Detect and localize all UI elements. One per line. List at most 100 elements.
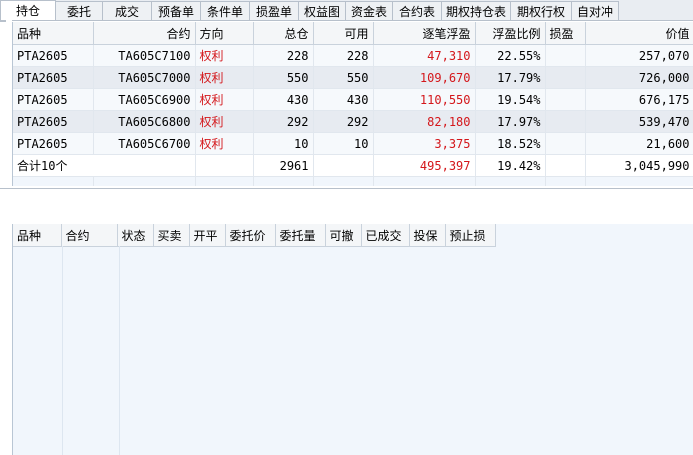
table-row[interactable]: PTA2605 TA605C7000 权利 550 550 109,670 17… bbox=[13, 66, 693, 89]
tab-trades[interactable]: 成交 bbox=[102, 1, 152, 20]
cell-value: 726,000 bbox=[585, 66, 693, 89]
cell-contract: TA605C6900 bbox=[93, 88, 196, 111]
cell-product: PTA2605 bbox=[13, 110, 94, 133]
tab-contracts-table[interactable]: 合约表 bbox=[392, 1, 442, 20]
left-rail bbox=[0, 20, 12, 455]
grid-line bbox=[119, 246, 120, 455]
table-row[interactable]: PTA2605 TA605C6800 权利 292 292 82,180 17.… bbox=[13, 110, 693, 133]
cell-value: 539,470 bbox=[585, 110, 693, 133]
cell-product: PTA2605 bbox=[13, 132, 94, 155]
cell-pnl-ratio: 17.97% bbox=[475, 110, 546, 133]
col-open-close[interactable]: 开平 bbox=[189, 224, 226, 247]
totals-pnl: 495,397 bbox=[373, 154, 476, 177]
grid-line bbox=[62, 246, 63, 455]
cell-product: PTA2605 bbox=[13, 88, 94, 111]
cell-direction: 权利 bbox=[195, 66, 254, 89]
cell-pnl: 82,180 bbox=[373, 110, 476, 133]
cell-available: 292 bbox=[313, 110, 374, 133]
totals-empty-direction bbox=[195, 154, 254, 177]
col-direction[interactable]: 方向 bbox=[195, 22, 254, 45]
col-stop-loss[interactable]: 预止损 bbox=[445, 224, 496, 247]
cell-direction: 权利 bbox=[195, 44, 254, 67]
orders-table: 品种 合约 状态 买卖 开平 委托价 委托量 可撤 已成交 投保 预止损 bbox=[13, 224, 693, 247]
cell-stop-loss bbox=[545, 44, 586, 67]
cell-value: 21,600 bbox=[585, 132, 693, 155]
cell-total: 430 bbox=[253, 88, 314, 111]
cell-stop-loss bbox=[545, 132, 586, 155]
tab-preset-orders[interactable]: 预备单 bbox=[151, 1, 201, 20]
cell-direction: 权利 bbox=[195, 132, 254, 155]
tab-conditional-orders[interactable]: 条件单 bbox=[200, 1, 250, 20]
table-row[interactable]: PTA2605 TA605C7100 权利 228 228 47,310 22.… bbox=[13, 44, 693, 67]
tab-self-hedge[interactable]: 自对冲 bbox=[571, 1, 619, 20]
tab-stop-orders[interactable]: 损盈单 bbox=[249, 1, 299, 20]
tab-positions[interactable]: 持仓 bbox=[0, 0, 56, 20]
col-pnl[interactable]: 逐笔浮盈 bbox=[373, 22, 476, 45]
header-filler bbox=[495, 224, 693, 247]
tab-option-positions[interactable]: 期权持仓表 bbox=[441, 1, 511, 20]
cell-available: 430 bbox=[313, 88, 374, 111]
cell-pnl: 109,670 bbox=[373, 66, 476, 89]
col-product[interactable]: 品种 bbox=[13, 22, 94, 45]
cell-pnl: 3,375 bbox=[373, 132, 476, 155]
trading-terminal: 持仓 委托 成交 预备单 条件单 损盈单 权益图 资金表 合约表 期权持仓表 期… bbox=[0, 0, 693, 455]
tab-option-exercise[interactable]: 期权行权 bbox=[510, 1, 572, 20]
col-contract[interactable]: 合约 bbox=[93, 22, 196, 45]
col-status[interactable]: 状态 bbox=[117, 224, 154, 247]
orders-header: 品种 合约 状态 买卖 开平 委托价 委托量 可撤 已成交 投保 预止损 bbox=[13, 224, 693, 247]
cell-stop-loss bbox=[545, 88, 586, 111]
cell-contract: TA605C6800 bbox=[93, 110, 196, 133]
col-value[interactable]: 价值 bbox=[585, 22, 693, 45]
totals-pnl-ratio: 19.42% bbox=[475, 154, 546, 177]
totals-total: 2961 bbox=[253, 154, 314, 177]
cell-available: 550 bbox=[313, 66, 374, 89]
cell-pnl: 110,550 bbox=[373, 88, 476, 111]
positions-header: 品种 合约 方向 总仓 可用 逐笔浮盈 浮盈比例 损盈 价值 bbox=[13, 22, 693, 45]
col-cancelable[interactable]: 可撤 bbox=[325, 224, 362, 247]
cell-total: 10 bbox=[253, 132, 314, 155]
cell-pnl-ratio: 17.79% bbox=[475, 66, 546, 89]
cell-pnl: 47,310 bbox=[373, 44, 476, 67]
cell-pnl-ratio: 22.55% bbox=[475, 44, 546, 67]
tab-orders[interactable]: 委托 bbox=[55, 1, 103, 20]
col-available[interactable]: 可用 bbox=[313, 22, 374, 45]
cell-contract: TA605C7000 bbox=[93, 66, 196, 89]
cell-pnl-ratio: 18.52% bbox=[475, 132, 546, 155]
positions-panel: 品种 合约 方向 总仓 可用 逐笔浮盈 浮盈比例 损盈 价值 PTA2605 T… bbox=[12, 22, 693, 186]
cell-total: 550 bbox=[253, 66, 314, 89]
tab-funds-table[interactable]: 资金表 bbox=[345, 1, 393, 20]
col-stop-loss[interactable]: 损盈 bbox=[545, 22, 586, 45]
cell-total: 292 bbox=[253, 110, 314, 133]
col-product[interactable]: 品种 bbox=[13, 224, 62, 247]
cell-direction: 权利 bbox=[195, 110, 254, 133]
cell-stop-loss bbox=[545, 66, 586, 89]
cell-product: PTA2605 bbox=[13, 66, 94, 89]
col-contract[interactable]: 合约 bbox=[61, 224, 118, 247]
orders-panel: 品种 合约 状态 买卖 开平 委托价 委托量 可撤 已成交 投保 预止损 bbox=[12, 224, 693, 455]
totals-value: 3,045,990 bbox=[585, 154, 693, 177]
totals-empty-stop-loss bbox=[545, 154, 586, 177]
table-row[interactable]: PTA2605 TA605C6900 权利 430 430 110,550 19… bbox=[13, 88, 693, 111]
cell-pnl-ratio: 19.54% bbox=[475, 88, 546, 111]
cell-value: 676,175 bbox=[585, 88, 693, 111]
col-side[interactable]: 买卖 bbox=[153, 224, 190, 247]
col-order-price[interactable]: 委托价 bbox=[225, 224, 276, 247]
panel-splitter[interactable] bbox=[0, 188, 693, 215]
totals-label: 合计10个 bbox=[13, 154, 196, 177]
col-hedge-flag[interactable]: 投保 bbox=[409, 224, 446, 247]
cell-product: PTA2605 bbox=[13, 44, 94, 67]
tab-equity-chart[interactable]: 权益图 bbox=[298, 1, 346, 20]
cell-direction: 权利 bbox=[195, 88, 254, 111]
empty-row bbox=[13, 176, 693, 186]
cell-value: 257,070 bbox=[585, 44, 693, 67]
tab-bar: 持仓 委托 成交 预备单 条件单 损盈单 权益图 资金表 合约表 期权持仓表 期… bbox=[0, 0, 693, 21]
cell-available: 10 bbox=[313, 132, 374, 155]
cell-contract: TA605C6700 bbox=[93, 132, 196, 155]
cell-stop-loss bbox=[545, 110, 586, 133]
cell-contract: TA605C7100 bbox=[93, 44, 196, 67]
col-total[interactable]: 总仓 bbox=[253, 22, 314, 45]
col-pnl-ratio[interactable]: 浮盈比例 bbox=[475, 22, 546, 45]
table-row[interactable]: PTA2605 TA605C6700 权利 10 10 3,375 18.52%… bbox=[13, 132, 693, 155]
col-order-qty[interactable]: 委托量 bbox=[275, 224, 326, 247]
col-filled[interactable]: 已成交 bbox=[361, 224, 410, 247]
